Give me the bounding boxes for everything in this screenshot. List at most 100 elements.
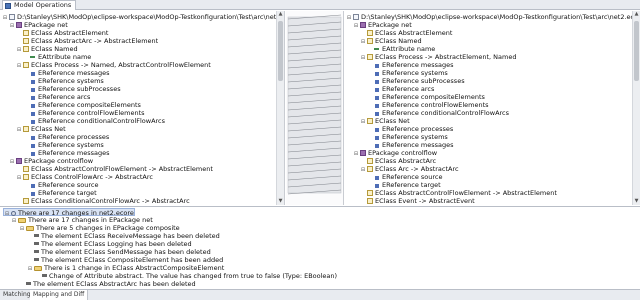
tree-row[interactable]: ⊟ D:\Stanley\SHK\ModOp\eclipse-workspace\… xyxy=(2,13,285,22)
collapse-toggle-icon[interactable]: ⊟ xyxy=(19,225,25,233)
tree-row[interactable]: ⊟ EClass Net xyxy=(360,117,410,125)
collapse-toggle-icon[interactable]: ⊟ xyxy=(360,166,366,174)
tree-row[interactable]: EReference systems xyxy=(367,69,448,77)
tree-label: EReference systems xyxy=(38,77,104,85)
scroll-down-icon[interactable]: ▼ xyxy=(633,198,640,205)
tree-row[interactable]: EReference messages xyxy=(367,61,454,69)
right-vertical-scrollbar[interactable]: ▲ ▼ xyxy=(632,11,640,205)
collapse-toggle-icon[interactable]: ⊟ xyxy=(2,14,8,22)
tree-row[interactable]: EReference systems xyxy=(23,141,104,149)
tree-row[interactable]: The element EClass ReceiveMessage has be… xyxy=(27,232,220,240)
tree-row[interactable]: ⊟ EPackage controlflow xyxy=(9,157,93,165)
tree-row[interactable]: EReference arcs xyxy=(23,93,90,101)
tree-row[interactable]: EClass ConditionalControlFlowArc -> Abst… xyxy=(16,197,190,205)
tree-row[interactable]: The element EClass Logging has been dele… xyxy=(27,240,192,248)
tree-row[interactable]: EReference source xyxy=(23,181,99,189)
left-scroll-thumb[interactable] xyxy=(278,21,283,81)
tree-label: EClass Named xyxy=(375,37,422,45)
tree-row[interactable]: ⊟ EClass Process -> Named, AbstractContro… xyxy=(16,61,211,69)
tree-row[interactable]: EReference subProcesses xyxy=(367,77,465,85)
tree-label: EClass AbstractArc xyxy=(375,157,437,165)
reference-icon xyxy=(375,96,379,100)
tree-row[interactable]: EReference target xyxy=(23,189,97,197)
collapse-toggle-icon[interactable]: ⊟ xyxy=(11,217,17,225)
tree-row[interactable]: Change of Attribute abstract. The value … xyxy=(35,272,337,280)
scroll-up-icon[interactable]: ▲ xyxy=(277,11,284,18)
tree-row[interactable]: ⊟ EPackage net xyxy=(9,21,68,29)
tab-mapping-and-diff[interactable]: Mapping and Diff xyxy=(30,290,89,300)
tree-row[interactable]: EReference systems xyxy=(367,133,448,141)
tree-label: The element EClass ReceiveMessage has be… xyxy=(41,232,220,240)
tree-row[interactable]: ⊟ EClass ControlFlowArc -> AbstractArc xyxy=(16,173,153,181)
tree-row[interactable]: EReference conditionalControlFlowArcs xyxy=(23,117,165,125)
tree-label: D:\Stanley\SHK\ModOp\eclipse-workspace\M… xyxy=(17,13,285,21)
tree-row[interactable]: EReference processes xyxy=(23,133,109,141)
bottom-tab-bar: Matching Mapping and Diff xyxy=(0,289,640,300)
reference-icon xyxy=(31,96,35,100)
collapse-toggle-icon[interactable]: ⊟ xyxy=(4,210,10,218)
tree-row[interactable]: EReference messages xyxy=(23,69,110,77)
tree-row[interactable]: EReference processes xyxy=(367,125,453,133)
collapse-toggle-icon[interactable]: ⊟ xyxy=(9,22,15,30)
tree-row[interactable]: EReference messages xyxy=(23,149,110,157)
collapse-toggle-icon[interactable]: ⊟ xyxy=(16,62,22,70)
scroll-up-icon[interactable]: ▲ xyxy=(633,11,640,18)
tree-row[interactable]: EReference compositeElements xyxy=(23,101,141,109)
tree-row[interactable]: EAttribute name xyxy=(23,53,91,61)
collapse-toggle-icon[interactable]: ⊟ xyxy=(360,54,366,62)
tree-row[interactable]: ⊟ There are 17 changes in EPackage net xyxy=(11,216,153,224)
tree-row[interactable]: EReference target xyxy=(367,181,441,189)
tree-row[interactable]: ⊟ EPackage controlflow xyxy=(353,149,437,157)
tree-row[interactable]: ⊟ EClass Process -> AbstractElement, Name… xyxy=(360,53,517,61)
changes-tree[interactable]: ⊟ There are 17 changes in net2.ecore ⊟ Ther… xyxy=(0,206,640,288)
tree-row[interactable]: ⊟ EPackage net xyxy=(353,21,412,29)
tree-row[interactable]: The element EClass SendMessage has been … xyxy=(27,248,211,256)
collapse-toggle-icon[interactable]: ⊟ xyxy=(27,265,33,273)
tree-row[interactable]: EReference conditionalControlFlowArcs xyxy=(367,109,509,117)
tree-row[interactable]: EReference source xyxy=(367,173,443,181)
tree-row[interactable]: EReference compositeElements xyxy=(367,93,485,101)
left-model-tree[interactable]: ⊟ D:\Stanley\SHK\ModOp\eclipse-workspace\… xyxy=(0,11,285,205)
tree-row[interactable]: EClass AbstractElement xyxy=(360,29,452,37)
tree-row[interactable]: EReference controlFlowElements xyxy=(367,101,489,109)
collapse-toggle-icon[interactable]: ⊟ xyxy=(360,38,366,46)
tree-row[interactable]: EClass AbstractArc -> AbstractElement xyxy=(16,37,158,45)
tree-row[interactable]: EReference subProcesses xyxy=(23,85,121,93)
tree-row[interactable]: EClass AbstractControlFlowElement -> Abs… xyxy=(360,189,557,197)
tree-row[interactable]: EReference systems xyxy=(23,77,104,85)
collapse-toggle-icon[interactable]: ⊟ xyxy=(360,118,366,126)
tree-row[interactable]: ⊟ EClass Net xyxy=(16,125,66,133)
left-vertical-scrollbar[interactable]: ▲ ▼ xyxy=(276,11,284,205)
tree-row[interactable]: ⊟ There is 1 change in EClass AbstractCom… xyxy=(27,264,224,272)
collapse-toggle-icon[interactable]: ⊟ xyxy=(16,174,22,182)
tree-row[interactable]: ⊟ EClass Named xyxy=(360,37,422,45)
collapse-toggle-icon[interactable]: ⊟ xyxy=(346,14,352,22)
tree-row[interactable]: The element EClass CompositeElement has … xyxy=(27,256,223,264)
collapse-toggle-icon[interactable]: ⊟ xyxy=(9,158,15,166)
reference-icon xyxy=(375,72,379,76)
collapse-toggle-icon[interactable]: ⊟ xyxy=(16,46,22,54)
class-icon xyxy=(367,190,373,196)
tree-row[interactable]: EClass AbstractArc xyxy=(360,157,436,165)
collapse-toggle-icon[interactable]: ⊟ xyxy=(353,150,359,158)
collapse-toggle-icon[interactable]: ⊟ xyxy=(16,126,22,134)
tree-row[interactable]: EReference controlFlowElements xyxy=(23,109,145,117)
model-operations-tab[interactable]: Model Operations xyxy=(2,0,77,10)
tree-row[interactable]: ⊟ D:\Stanley\SHK\ModOp\eclipse-workspace\… xyxy=(346,13,640,21)
tree-row[interactable]: EClass Event -> AbstractEvent xyxy=(360,197,475,205)
change-icon xyxy=(26,282,31,285)
tree-row[interactable]: EClass AbstractElement xyxy=(16,29,108,37)
collapse-toggle-icon[interactable]: ⊟ xyxy=(353,22,359,30)
tree-row[interactable]: ⊟ There are 17 changes in net2.ecore xyxy=(3,208,135,218)
tree-row[interactable]: EReference messages xyxy=(367,141,454,149)
tree-row[interactable]: EClass AbstractControlFlowElement -> Abs… xyxy=(16,165,213,173)
tree-row[interactable]: ⊟ EClass Named xyxy=(16,45,78,53)
tree-row[interactable]: The element EClass AbstractArc has been … xyxy=(19,280,196,288)
tree-row[interactable]: EReference arcs xyxy=(367,85,434,93)
tree-row[interactable]: EAttribute name xyxy=(367,45,435,53)
right-model-tree[interactable]: ⊟ D:\Stanley\SHK\ModOp\eclipse-workspace\… xyxy=(343,11,640,205)
tree-row[interactable]: ⊟ EClass Arc -> AbstractArc xyxy=(360,165,459,173)
tree-row[interactable]: ⊟ There are 5 changes in EPackage composi… xyxy=(19,224,180,232)
scroll-down-icon[interactable]: ▼ xyxy=(277,198,284,205)
right-scroll-thumb[interactable] xyxy=(634,21,639,81)
